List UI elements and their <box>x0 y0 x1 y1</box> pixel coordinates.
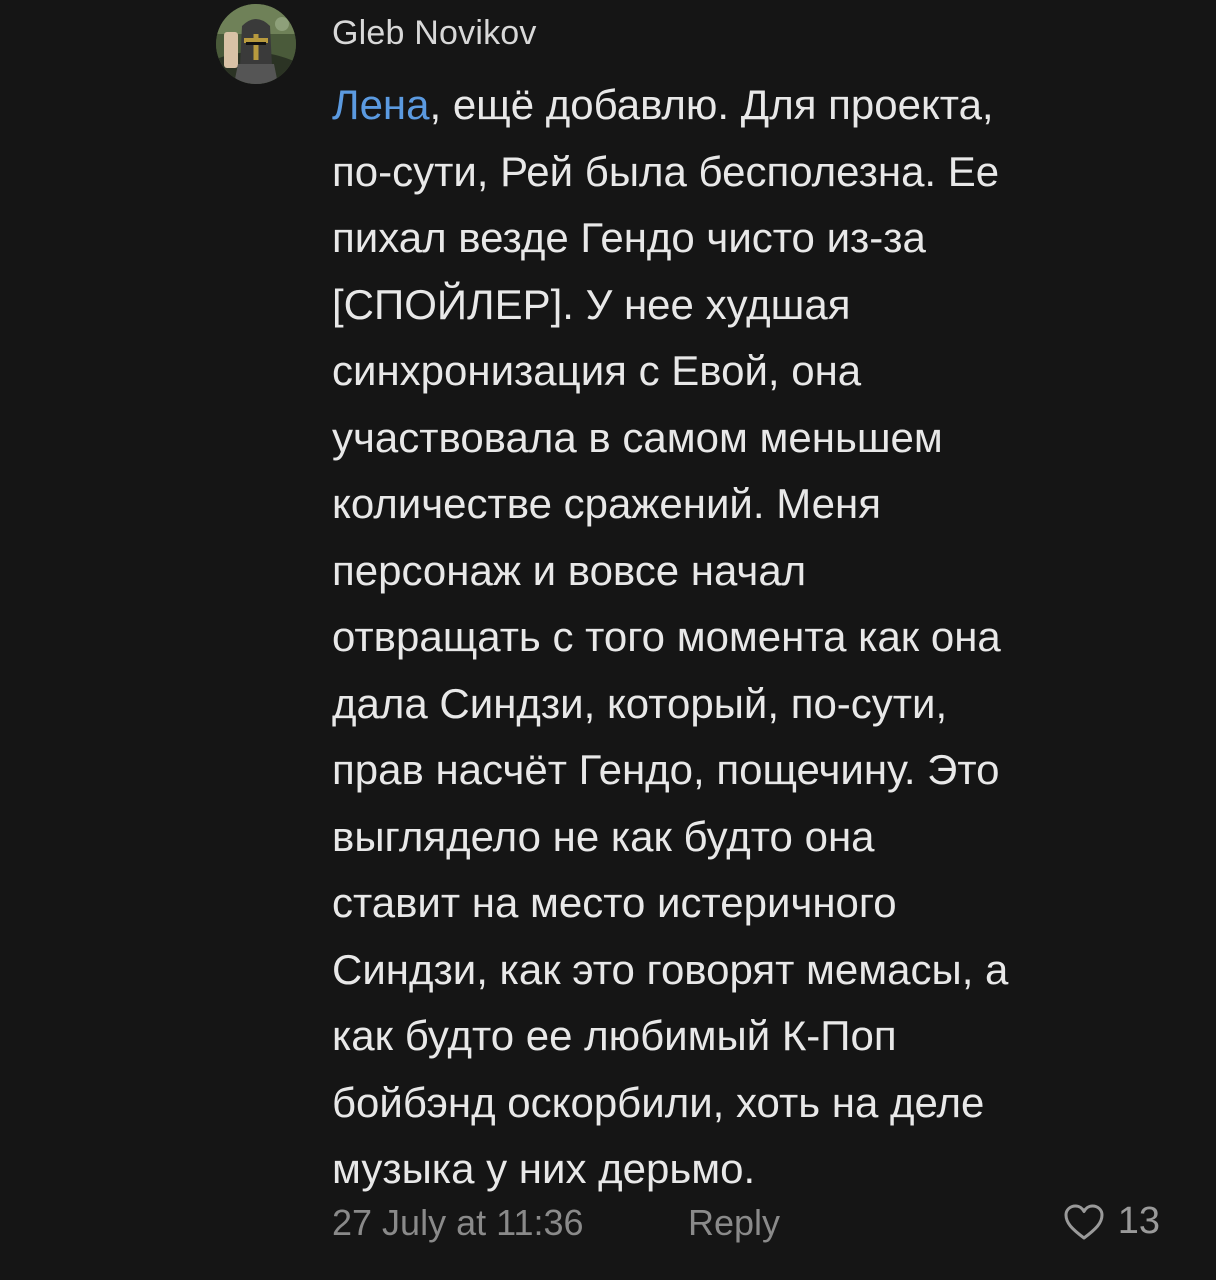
author-avatar[interactable] <box>216 4 296 84</box>
comment-line: количестве сражений. Меня <box>332 480 881 527</box>
comment-text: Лена, ещё добавлю. Для проекта, по-сути,… <box>332 72 1192 1203</box>
mention-link[interactable]: Лена <box>332 81 429 128</box>
heart-outline-icon <box>1064 1204 1104 1239</box>
author-name[interactable]: Gleb Novikov <box>332 14 537 53</box>
comment-timestamp: 27 July at 11:36 <box>332 1202 584 1243</box>
comment-line: ставит на место истеричного <box>332 879 897 926</box>
comment-line: участвовала в самом меньшем <box>332 413 943 461</box>
comment-line: выглядело не как будто она <box>332 812 875 860</box>
comment-line: [СПОЙЛЕР]. У нее худшая <box>332 280 851 328</box>
comment-line: отвращать с того момента как она <box>332 613 1001 660</box>
comment-line: по-сути, Рей была бесполезна. Ее <box>332 147 1000 195</box>
comment: Gleb Novikov Лена, ещё добавлю. Для прое… <box>0 0 1216 1280</box>
knight-helmet-avatar-icon <box>216 4 296 84</box>
like-count: 13 <box>1117 1200 1160 1242</box>
comment-line: пихал везде Гендо чисто из-за <box>332 214 926 261</box>
comment-line: бойбэнд оскорбили, хоть на деле <box>332 1078 985 1126</box>
comment-line: персонаж и вовсе начал <box>332 546 807 594</box>
comment-line: Синдзи, как это говорят мемасы, а <box>332 945 1009 993</box>
comment-line: Лена, ещё добавлю. Для проекта, <box>332 72 1192 139</box>
comment-line: синхронизация с Евой, она <box>332 347 862 394</box>
comment-line-text: , ещё добавлю. Для проекта, <box>429 81 994 128</box>
comment-line: прав насчёт Гендо, пощечину. Это <box>332 746 1000 793</box>
like-button[interactable]: 13 <box>1062 1200 1160 1243</box>
comment-footer: 27 July at 11:36 Reply 13 <box>332 1200 1160 1248</box>
comment-line: дала Синдзи, который, по-сути, <box>332 679 948 727</box>
comment-line: музыка у них дерьмо. <box>332 1145 756 1192</box>
reply-button[interactable]: Reply <box>688 1202 780 1244</box>
comment-line: как будто ее любимый К-Поп <box>332 1012 897 1059</box>
